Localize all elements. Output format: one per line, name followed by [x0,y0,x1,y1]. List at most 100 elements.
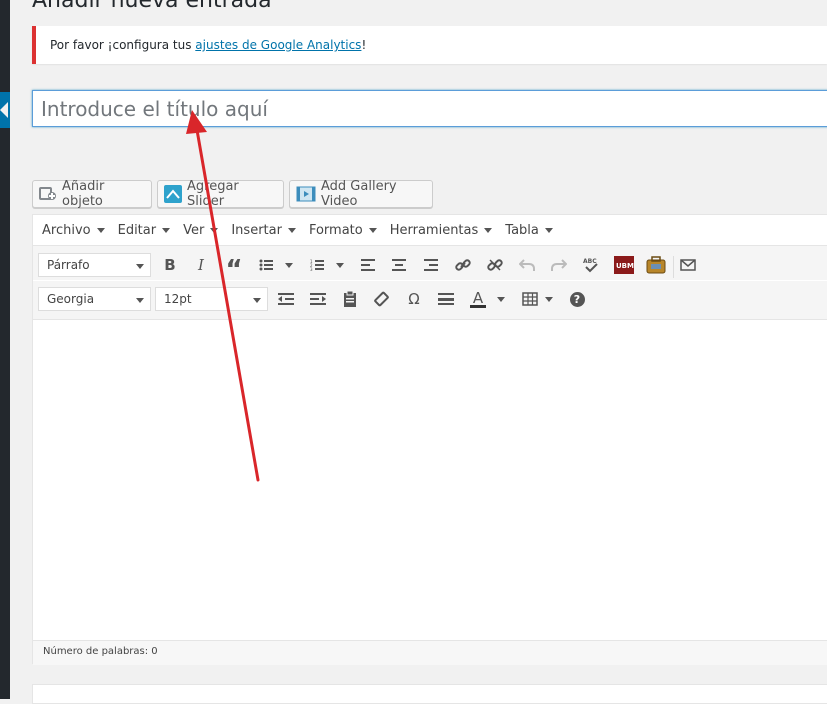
svg-text:3: 3 [310,267,313,271]
paragraph-format-value: Párrafo [47,258,90,272]
add-gallery-video-button[interactable]: Add Gallery Video [289,179,433,209]
next-metabox [32,684,827,704]
eraser-icon [374,291,389,307]
text-color-button[interactable]: A [465,286,491,312]
italic-button[interactable]: I [188,252,214,278]
menu-formato-label: Formato [308,222,363,238]
notice-text-before: Por favor ¡configura tus [50,38,196,52]
add-media-button[interactable]: Añadir objeto [32,179,152,209]
analytics-settings-link[interactable]: ajustes de Google Analytics [195,38,361,52]
envelope-icon [680,259,696,271]
spellcheck-icon: ABC [583,258,598,273]
add-media-label: Añadir objeto [62,179,105,209]
chevron-down-icon [136,264,144,269]
align-center-button[interactable] [386,252,412,278]
plugin-toolbox-button[interactable] [643,252,669,278]
align-right-icon [424,259,438,271]
numbered-list-button[interactable]: 123 [304,252,330,278]
help-button[interactable]: ? [564,286,590,312]
help-icon: ? [569,291,585,307]
email-button[interactable] [675,252,701,278]
add-media-icon [39,186,57,202]
undo-icon [519,259,535,271]
bullet-list-button[interactable] [253,252,279,278]
bold-icon: B [164,256,176,274]
post-title-input[interactable] [32,90,827,127]
editor-toolbar-2: Georgia 12pt Ω A ? [33,281,827,320]
svg-text:UBM: UBM [616,262,634,270]
bold-button[interactable]: B [157,252,183,278]
menu-insertar-label: Insertar [231,222,282,238]
menu-insertar[interactable]: Insertar [231,223,296,238]
editor-menubar: Archivo Editar Ver Insertar Formato Herr… [33,215,827,246]
menu-herramientas[interactable]: Herramientas [390,223,493,238]
italic-icon: I [198,256,204,274]
table-options-icon[interactable] [545,297,553,302]
plugin-ubm-button[interactable]: UBM [611,252,637,278]
indent-icon [310,293,326,305]
add-gallery-video-label: Add Gallery Video [321,179,397,209]
menu-formato[interactable]: Formato [309,223,377,238]
menu-editar[interactable]: Editar [118,223,171,238]
add-slider-button[interactable]: Agregar Slider [157,179,284,209]
menu-ver[interactable]: Ver [183,222,219,238]
editor-toolbar-1: Párrafo B I “ 123 ABC UBM [33,246,827,285]
special-character-button[interactable]: Ω [401,286,427,312]
numbered-list-icon: 123 [310,259,324,271]
chevron-down-icon [162,227,171,233]
insert-link-button[interactable] [450,252,476,278]
outdent-button[interactable] [273,286,299,312]
align-left-button[interactable] [355,252,381,278]
undo-button[interactable] [514,252,540,278]
unlink-icon [487,259,503,271]
text-color-options-icon[interactable] [497,297,505,302]
horizontal-line-icon [438,293,454,305]
redo-button[interactable] [546,252,572,278]
paste-text-button[interactable] [337,286,363,312]
indent-button[interactable] [305,286,331,312]
editor-content-area[interactable] [33,320,827,640]
table-button[interactable] [517,286,543,312]
blockquote-button[interactable]: “ [221,252,247,285]
admin-menu-pointer [0,102,8,118]
menu-ver-label: Ver [183,222,205,238]
chevron-down-icon [96,227,105,233]
align-right-button[interactable] [418,252,444,278]
numbered-list-options-icon[interactable] [336,263,344,268]
align-left-icon [361,259,375,271]
font-size-value: 12pt [164,292,192,306]
font-size-select[interactable]: 12pt [155,287,268,311]
font-family-select[interactable]: Georgia [38,287,151,311]
menu-tabla-label: Tabla [505,222,539,238]
ubm-icon: UBM [614,256,634,274]
paragraph-format-select[interactable]: Párrafo [38,253,151,277]
remove-link-button[interactable] [482,252,508,278]
chevron-down-icon [287,227,296,233]
chevron-down-icon [484,227,493,233]
menu-herramientas-label: Herramientas [389,222,479,238]
omega-icon: Ω [408,290,420,308]
menu-archivo[interactable]: Archivo [42,223,105,238]
menu-tabla[interactable]: Tabla [505,223,553,238]
chevron-down-icon [136,298,144,303]
spellcheck-button[interactable]: ABC [578,252,604,278]
clipboard-icon [344,291,356,307]
table-icon [522,292,538,306]
word-count: Número de palabras: 0 [43,646,158,657]
font-family-value: Georgia [47,292,95,306]
align-center-icon [392,259,406,271]
link-icon [455,259,471,271]
page-title: Añadir nueva entrada [32,0,272,13]
chevron-down-icon [368,227,377,233]
toolbox-icon [646,256,666,274]
clear-formatting-button[interactable] [369,286,395,312]
horizontal-line-button[interactable] [433,286,459,312]
bullet-list-options-icon[interactable] [285,263,293,268]
video-gallery-icon [296,186,316,202]
text-color-swatch [470,304,486,308]
post-editor: Archivo Editar Ver Insertar Formato Herr… [32,214,827,665]
editor-status-bar: Número de palabras: 0 [33,640,827,665]
menu-editar-label: Editar [117,222,157,238]
slider-icon [164,185,182,203]
outdent-icon [278,293,294,305]
